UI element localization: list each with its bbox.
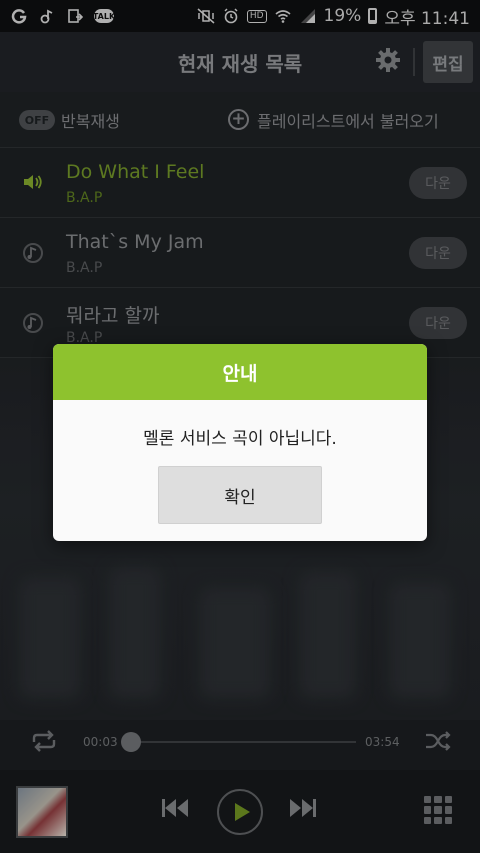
confirm-button[interactable]: 확인 [158,466,322,524]
notice-dialog: 안내 멜론 서비스 곡이 아닙니다. 확인 [53,344,427,541]
dialog-title: 안내 [53,344,427,400]
dialog-message: 멜론 서비스 곡이 아닙니다. [143,429,337,449]
